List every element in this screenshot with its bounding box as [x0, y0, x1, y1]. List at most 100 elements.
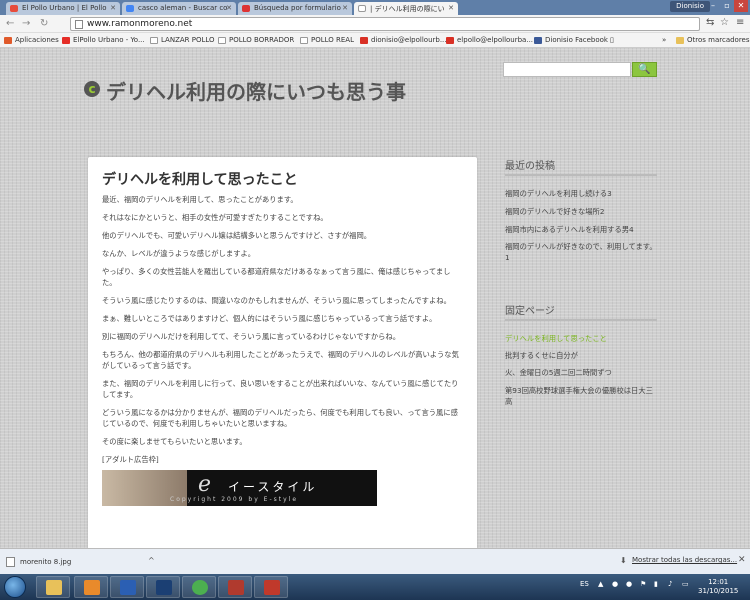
taskbar-app-game[interactable] — [218, 576, 252, 598]
clock-date: 31/10/2015 — [698, 587, 739, 595]
language-indicator[interactable]: ES — [580, 580, 589, 588]
youtube-icon — [62, 37, 70, 44]
minimize-icon[interactable]: – — [706, 0, 720, 12]
search-input[interactable] — [503, 62, 631, 77]
post-paragraph: 最近、福岡のデリヘルを利用して、思ったことがあります。 — [102, 195, 298, 204]
search-icon[interactable]: 🔍 — [632, 62, 657, 77]
system-clock[interactable]: 12:01 31/10/2015 — [698, 578, 738, 596]
post-paragraph: それはなにかというと、相手の女性が可愛すぎたりすることですね。 — [102, 213, 328, 222]
recent-post-link[interactable]: 福岡市内にあるデリヘルを利用する男4 — [505, 224, 657, 235]
tray-app-icon[interactable]: ● — [612, 580, 618, 588]
bookmark-apps[interactable]: Aplicaciones — [4, 35, 59, 46]
network-icon[interactable]: ▮ — [654, 580, 658, 588]
ad-copyright: Copyright 2009 by E-style — [170, 496, 299, 503]
recent-post-link[interactable]: 福岡のデリヘルを利用し続ける3 — [505, 188, 657, 199]
close-window-icon[interactable]: ✕ — [734, 0, 748, 12]
chevron-up-icon[interactable]: ^ — [148, 556, 155, 565]
divider — [505, 174, 657, 176]
page-link[interactable]: デリヘルを利用して思ったこと — [505, 333, 657, 344]
page-info-icon[interactable] — [75, 20, 83, 29]
page-icon — [218, 37, 226, 44]
folder-icon — [46, 580, 62, 595]
ad-banner[interactable]: e イースタイル Copyright 2009 by E-style — [102, 470, 377, 506]
site-favicon-icon — [242, 5, 250, 12]
user-profile-button[interactable]: Dionisio — [670, 1, 710, 12]
photoshop-icon — [156, 580, 172, 595]
tab-casco-aleman[interactable]: casco aleman - Buscar co ✕ — [122, 2, 236, 15]
bookmark-elpollo-youtube[interactable]: ElPollo Urbano - Yo... — [62, 35, 145, 46]
site-logo-icon[interactable]: c — [84, 81, 100, 97]
post-title: デリヘルを利用して思ったこと — [102, 172, 298, 188]
media-player-icon — [84, 580, 100, 595]
close-icon[interactable]: ✕ — [738, 555, 746, 565]
tab-label: Búsqueda por formulario — [254, 4, 341, 12]
tab-close-icon[interactable]: ✕ — [110, 4, 116, 12]
apps-grid-icon — [4, 37, 12, 44]
maximize-icon[interactable]: ▫ — [720, 0, 734, 12]
battery-icon[interactable]: ▭ — [682, 580, 689, 588]
tab-el-pollo-urbano[interactable]: El Pollo Urbano | El Pollo ✕ — [6, 2, 120, 15]
fixed-pages-heading: 固定ページ — [505, 306, 555, 317]
tab-close-icon[interactable]: ✕ — [226, 4, 232, 12]
bookmark-pollo-borrador[interactable]: POLLO BORRADOR — [218, 35, 294, 46]
taskbar-app-chrome[interactable] — [182, 576, 216, 598]
page-link[interactable]: 第93回高校野球選手権大会の優勝校は日大三高 — [505, 385, 657, 407]
tab-busqueda-formulario[interactable]: Búsqueda por formulario ✕ — [238, 2, 352, 15]
translate-icon[interactable]: ⇆ — [706, 17, 714, 28]
taskbar-app-acrobat[interactable] — [254, 576, 288, 598]
page-icon — [300, 37, 308, 44]
bookmark-dionisio-mail[interactable]: dionisio@elpollourb... — [360, 35, 447, 46]
recent-post-link[interactable]: 福岡のデリヘルで好きな場所2 — [505, 206, 657, 217]
bookmark-star-icon[interactable]: ☆ — [720, 17, 729, 28]
address-bar[interactable]: www.ramonmoreno.net — [70, 17, 700, 31]
ad-brand-name: イースタイル — [228, 480, 318, 494]
page-favicon-icon — [358, 5, 366, 12]
post-paragraph: もちろん、他の都道府県のデリヘルも利用したことがあったうえで、福岡のデリヘルのレ… — [102, 350, 459, 370]
bookmark-lanzar-pollo[interactable]: LANZAR POLLO — [150, 35, 215, 46]
tab-close-icon[interactable]: ✕ — [448, 4, 454, 12]
page-icon — [150, 37, 158, 44]
tab-label: casco aleman - Buscar co — [138, 4, 228, 12]
post-paragraph: また、福岡のデリヘルを利用しに行って、良い思いをすることが出来ればいいな、なんて… — [102, 379, 459, 399]
bookmarks-overflow-button[interactable]: » — [662, 35, 666, 46]
bookmark-pollo-real[interactable]: POLLO REAL — [300, 35, 354, 46]
volume-icon[interactable]: ♪ — [668, 580, 672, 588]
menu-icon[interactable]: ≡ — [736, 17, 744, 28]
taskbar-app-photoshop[interactable] — [146, 576, 180, 598]
taskbar-app-folder[interactable] — [36, 576, 70, 598]
bookmark-otros-marcadores[interactable]: Otros marcadores — [676, 35, 750, 46]
recent-post-link[interactable]: 福岡のデリヘルが好きなので、利用してます。1 — [505, 241, 657, 263]
back-arrow-icon[interactable]: ← — [6, 18, 14, 30]
bookmark-elpollo-mail[interactable]: elpollo@elpollourba... — [446, 35, 533, 46]
browser-toolbar: ← → ↻ www.ramonmoreno.net ⇆ ☆ ≡ — [0, 15, 750, 33]
post-paragraph: まぁ、難しいところではありますけど、個人的にはそういう風に感じちゃっているって言… — [102, 314, 437, 323]
post-paragraph: 他のデリヘルでも、可愛いデリヘル嬢は結構多いと思うんですけど、さすが福岡。 — [102, 231, 372, 240]
downloads-bar: morenito 8.jpg ^ ⬇ Mostrar todas las des… — [0, 548, 750, 574]
download-filename: morenito 8.jpg — [20, 558, 72, 566]
site-title[interactable]: デリヘル利用の際にいつも思う事 — [106, 76, 406, 105]
taskbar-app-media[interactable] — [74, 576, 108, 598]
download-item[interactable]: morenito 8.jpg — [6, 555, 138, 569]
file-icon — [6, 557, 15, 567]
show-all-downloads-link[interactable]: Mostrar todas las descargas... — [632, 556, 737, 564]
tab-deriheru-active[interactable]: | デリヘル利用の際にい ✕ — [354, 2, 458, 15]
post-paragraph: そういう風に感じたりするのは、間違いなのかもしれませんが、そういう風に思ってしま… — [102, 296, 451, 305]
facebook-icon — [534, 37, 542, 44]
taskbar: ES ▲ ● ● ⚑ ▮ ♪ ▭ 12:01 31/10/2015 — [0, 574, 750, 600]
show-hidden-icons-icon[interactable]: ▲ — [598, 580, 603, 588]
page-link[interactable]: 火、金曜日の5週二回二時間ずつ — [505, 367, 657, 378]
post-article: デリヘルを利用して思ったこと 最近、福岡のデリヘルを利用して、思ったことがありま… — [88, 157, 477, 548]
tab-close-icon[interactable]: ✕ — [342, 4, 348, 12]
bookmark-dionisio-facebook[interactable]: Dionisio Facebook — [534, 35, 608, 46]
page-link[interactable]: 批判するくせに自分が — [505, 350, 657, 361]
taskbar-app-word[interactable] — [110, 576, 144, 598]
start-button[interactable] — [4, 576, 26, 598]
google-favicon-icon — [126, 5, 134, 12]
tray-app-icon[interactable]: ● — [626, 580, 632, 588]
forward-arrow-icon[interactable]: → — [22, 18, 30, 30]
page-icon[interactable]: ▯ — [610, 35, 614, 46]
flag-icon[interactable]: ⚑ — [640, 580, 646, 588]
post-paragraph: やっぱり、多くの女性芸能人を羅出している都道府県なだけあるなぁって言う風に、俺は… — [102, 267, 451, 287]
acrobat-icon — [264, 580, 280, 595]
reload-icon[interactable]: ↻ — [40, 18, 48, 30]
